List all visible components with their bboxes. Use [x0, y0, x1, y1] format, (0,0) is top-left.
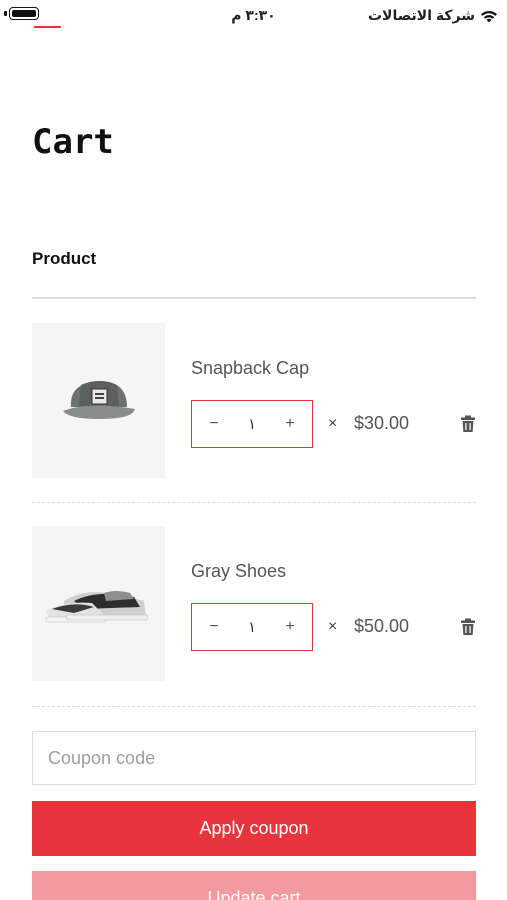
product-column-header: Product [32, 249, 97, 268]
apply-coupon-button[interactable]: Apply coupon [32, 801, 476, 856]
shoes-image [45, 590, 148, 622]
cap-image [62, 380, 135, 419]
product-thumbnail[interactable] [32, 323, 165, 478]
coupon-code-input[interactable] [32, 731, 476, 785]
product-name[interactable]: Snapback Cap [191, 358, 309, 379]
increase-quantity-button[interactable]: + [280, 415, 300, 433]
cart-item: Gray Shoes − ١ + × $50.00 [32, 526, 476, 681]
quantity-stepper: − ١ + [191, 603, 313, 651]
active-indicator [34, 26, 61, 28]
trash-icon[interactable] [460, 618, 476, 636]
product-thumbnail[interactable] [32, 526, 165, 681]
wifi-icon [481, 10, 497, 22]
multiply-sign: × [328, 415, 338, 432]
cart-item: Snapback Cap − ١ + × $30.00 [32, 323, 476, 478]
item-divider [32, 706, 476, 707]
quantity-stepper: − ١ + [191, 400, 313, 448]
trash-icon[interactable] [460, 415, 476, 433]
multiply-sign: × [328, 618, 338, 635]
update-cart-button[interactable]: Update cart [32, 871, 476, 900]
carrier-info: شركة الاتصالات [368, 7, 498, 24]
page-title: Cart [32, 122, 114, 162]
header-divider [32, 297, 476, 299]
status-bar: ٣:٣٠ م شركة الاتصالات [0, 0, 507, 30]
decrease-quantity-button[interactable]: − [204, 415, 224, 433]
increase-quantity-button[interactable]: + [280, 618, 300, 636]
quantity-value[interactable]: ١ [248, 618, 256, 636]
item-divider [32, 502, 476, 503]
carrier-name: شركة الاتصالات [367, 7, 475, 23]
product-price: $50.00 [354, 616, 410, 636]
product-price: $30.00 [354, 413, 410, 433]
quantity-value[interactable]: ١ [248, 415, 256, 433]
product-name[interactable]: Gray Shoes [191, 561, 286, 582]
decrease-quantity-button[interactable]: − [204, 618, 224, 636]
